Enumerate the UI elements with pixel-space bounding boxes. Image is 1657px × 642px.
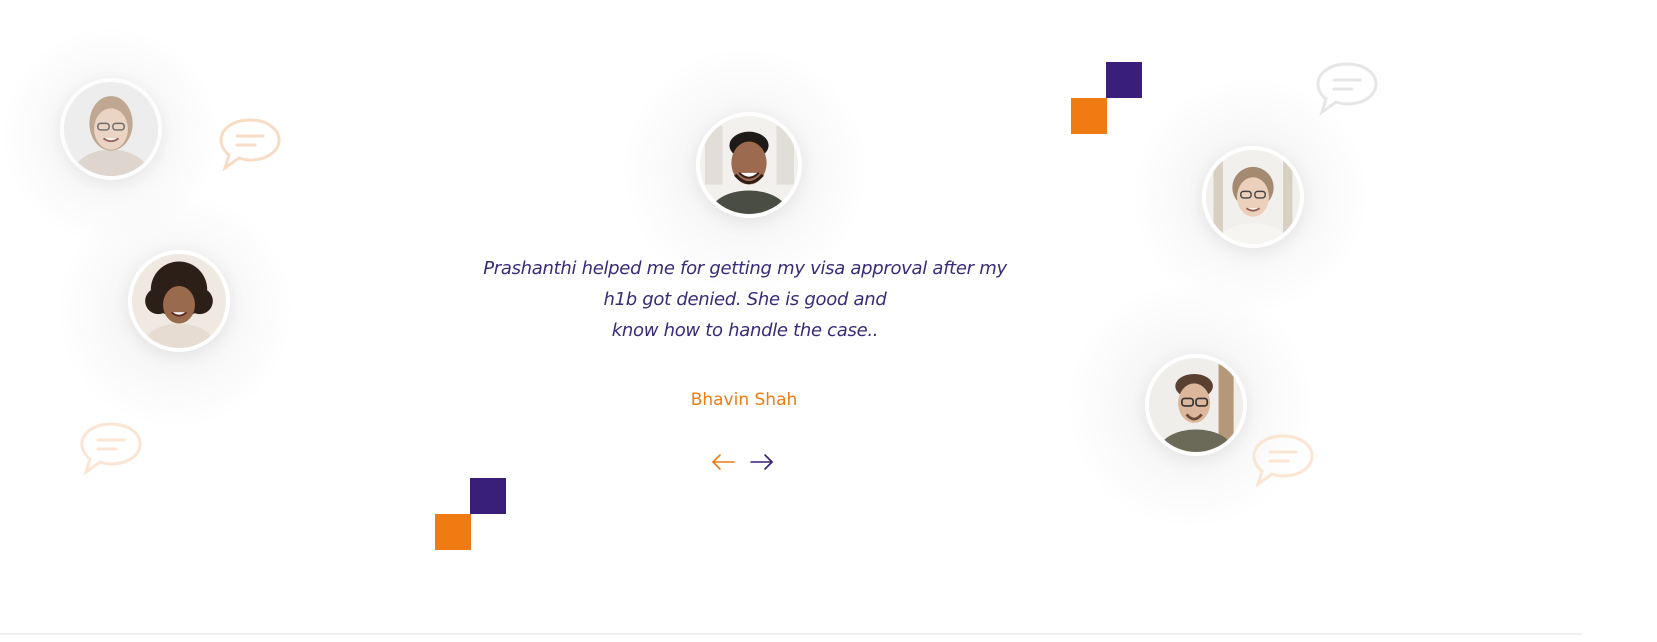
chat-bubble-icon — [1250, 432, 1316, 488]
chat-bubble-icon — [78, 420, 144, 476]
next-button[interactable] — [749, 453, 775, 471]
avatar[interactable] — [128, 250, 230, 352]
testimonials-section: Prashanthi helped me for getting my visa… — [0, 0, 1657, 642]
section-divider — [0, 633, 1582, 635]
avatar-active[interactable] — [696, 112, 802, 218]
chat-bubble-icon — [1314, 60, 1380, 116]
arrow-left-icon — [712, 454, 735, 470]
prev-button[interactable] — [710, 453, 736, 471]
avatar[interactable] — [1145, 354, 1247, 456]
testimonial-author: Bhavin Shah — [690, 390, 798, 410]
decor-square-purple — [470, 478, 506, 514]
avatar[interactable] — [1202, 146, 1304, 248]
decor-square-purple — [1106, 62, 1142, 98]
avatar[interactable] — [60, 78, 162, 180]
decor-square-orange — [1071, 98, 1107, 134]
decor-square-orange — [435, 514, 471, 550]
arrow-right-icon — [750, 454, 773, 470]
quote-line: know how to handle the case.. — [611, 320, 879, 341]
chat-bubble-icon — [217, 116, 283, 172]
quote-line: Prashanthi helped me for getting my visa… — [483, 258, 1007, 279]
quote-line: h1b got denied. She is good and — [603, 289, 887, 310]
testimonial-quote: Prashanthi helped me for getting my visa… — [450, 253, 1040, 346]
